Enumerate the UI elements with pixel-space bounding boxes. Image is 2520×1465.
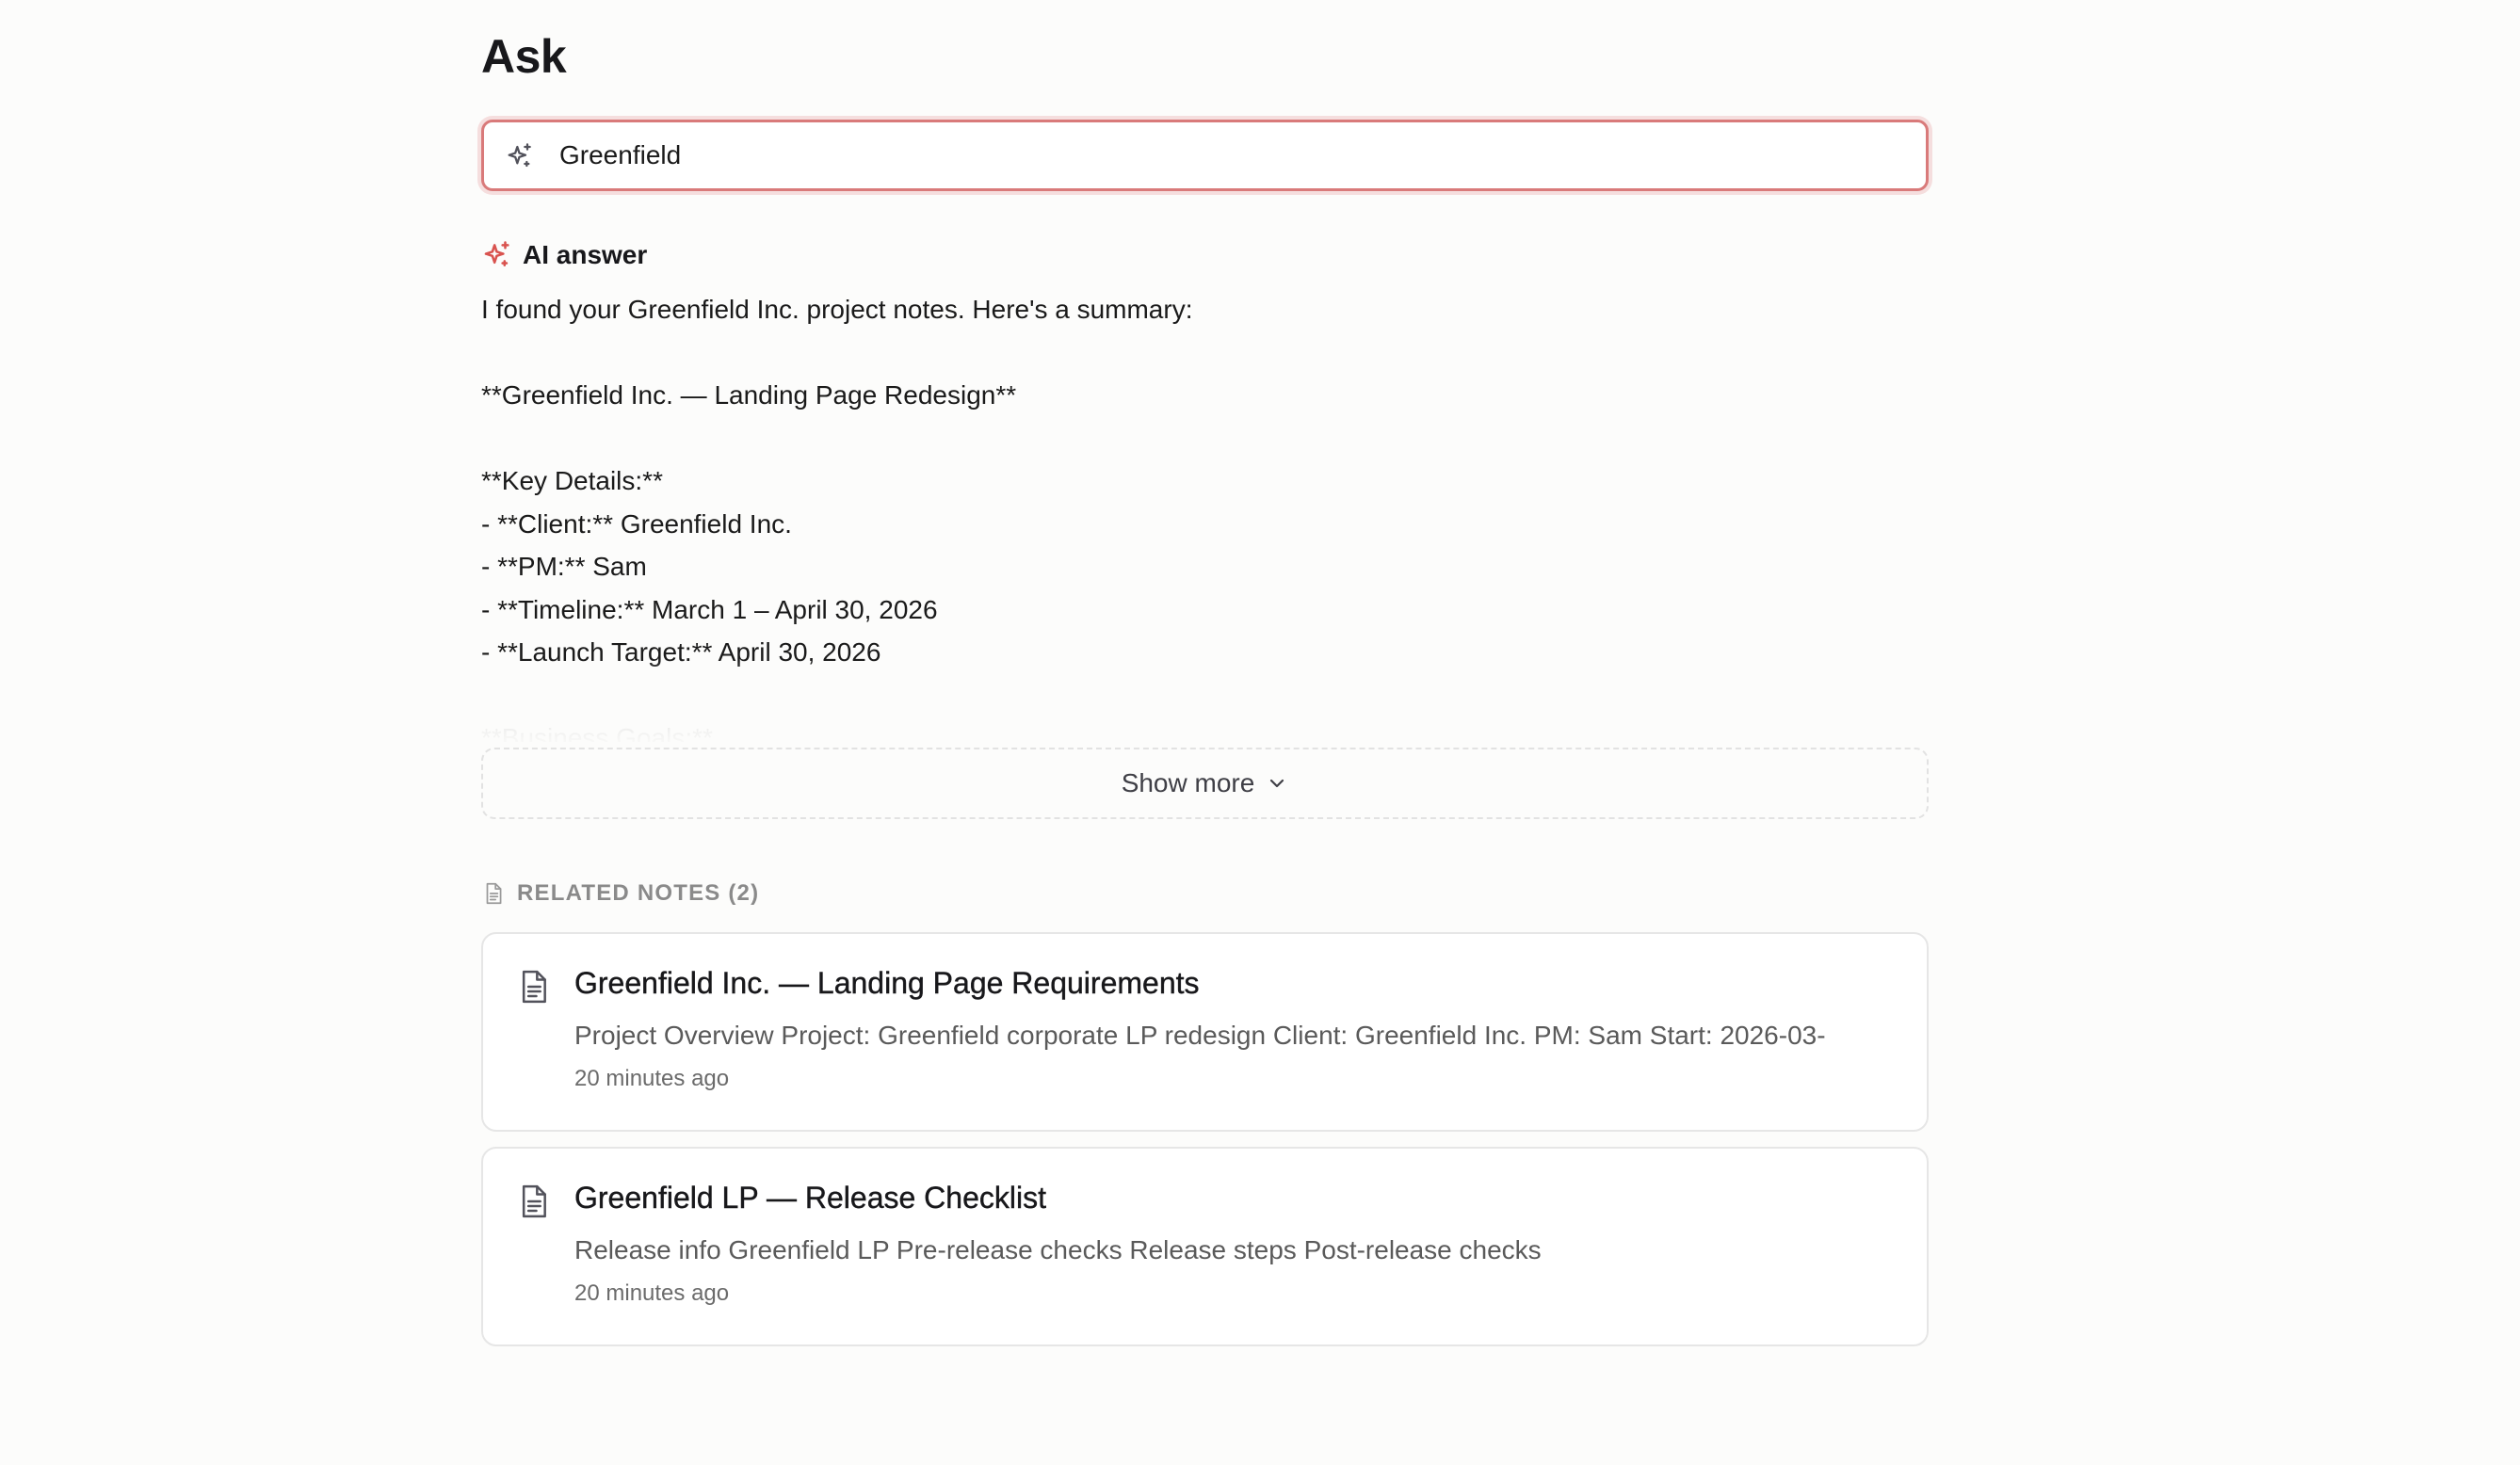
sparkles-icon <box>508 143 531 168</box>
related-notes-header: RELATED NOTES (2) <box>481 877 759 910</box>
sparkles-icon <box>484 241 509 266</box>
answer-line <box>481 331 1929 375</box>
chevron-down-icon <box>1270 779 1284 788</box>
show-more-label: Show more <box>1121 768 1255 797</box>
answer-line: I found your Greenfield Inc. project not… <box>481 295 1193 324</box>
note-timestamp: 20 minutes ago <box>574 1280 730 1306</box>
search-input[interactable] <box>559 122 1897 188</box>
answer-line: - **Timeline:** March 1 – April 30, 2026 <box>481 594 938 624</box>
note-title: Greenfield Inc. — Landing Page Requireme… <box>574 966 1200 1000</box>
show-more-button[interactable]: Show more <box>481 748 1929 819</box>
ai-answer-body: I found your Greenfield Inc. project not… <box>481 288 1929 742</box>
document-icon <box>522 1184 546 1218</box>
answer-line: **Greenfield Inc. — Landing Page Redesig… <box>481 380 1017 410</box>
answer-line: - **Launch Target:** April 30, 2026 <box>481 637 881 667</box>
note-snippet: Release info Greenfield LP Pre-release c… <box>574 1235 1542 1264</box>
answer-line <box>481 674 1929 717</box>
answer-line: - **PM:** Sam <box>481 552 647 581</box>
related-note-card[interactable]: Greenfield LP — Release Checklist Releas… <box>481 1147 1929 1346</box>
note-timestamp: 20 minutes ago <box>574 1066 730 1091</box>
answer-line <box>481 417 1929 460</box>
document-icon <box>522 970 546 1004</box>
ai-answer-title: AI answer <box>523 240 648 269</box>
answer-line: **Business Goals:** <box>481 723 713 742</box>
answer-line: - **Client:** Greenfield Inc. <box>481 508 792 539</box>
note-title: Greenfield LP — Release Checklist <box>574 1181 1046 1215</box>
ai-answer-header: AI answer <box>481 237 647 273</box>
document-icon <box>486 882 502 905</box>
answer-line: **Key Details:** <box>481 466 663 495</box>
related-notes-label: RELATED NOTES (2) <box>517 880 760 906</box>
page-title: Ask <box>481 30 567 83</box>
search-box[interactable] <box>481 120 1929 191</box>
note-snippet: Project Overview Project: Greenfield cor… <box>574 1021 1826 1050</box>
related-note-card[interactable]: Greenfield Inc. — Landing Page Requireme… <box>481 932 1929 1132</box>
